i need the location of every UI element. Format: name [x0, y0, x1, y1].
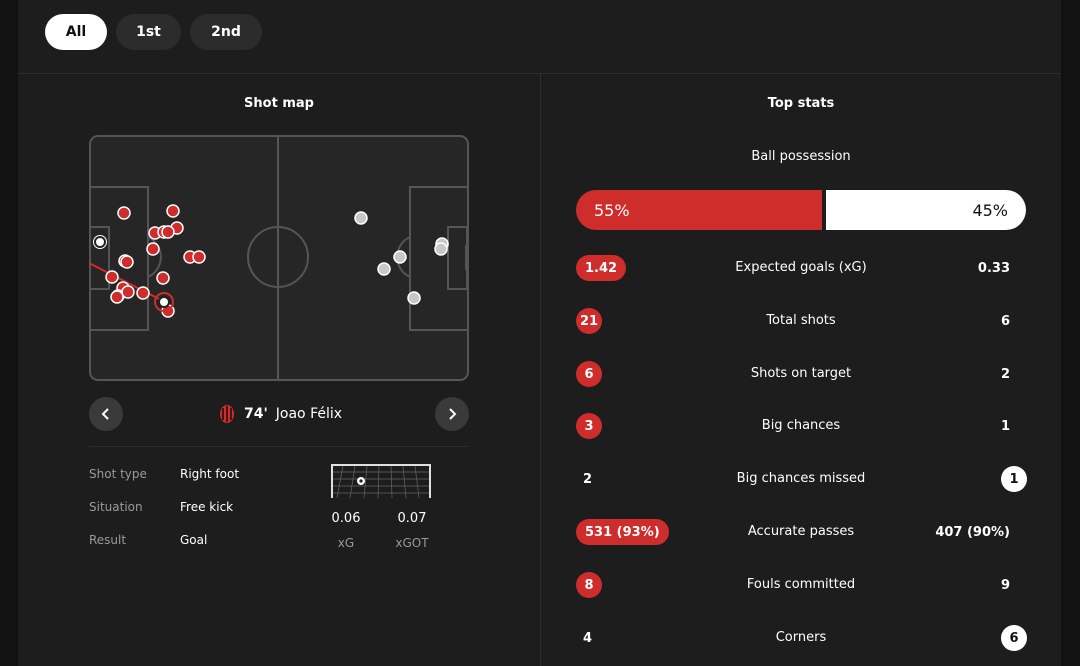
stat-row: Big chances 3 1	[541, 411, 1061, 441]
home-shot-marker[interactable]	[146, 242, 160, 256]
team-crest-icon	[220, 405, 234, 423]
possession-bar: 55% 45%	[576, 190, 1026, 230]
away-shot-marker[interactable]	[434, 242, 448, 256]
stat-home-value: 4	[583, 630, 593, 646]
stat-home-value: 3	[576, 413, 602, 439]
stat-row: Shots on target 6 2	[541, 359, 1061, 389]
selected-shot-info: 74' Joao Félix	[218, 402, 342, 426]
ball-possession-label: Ball possession	[751, 149, 851, 164]
away-shot-marker[interactable]	[393, 250, 407, 264]
situation-label: Situation	[89, 500, 143, 514]
shot-type-label: Shot type	[89, 467, 147, 481]
home-shot-marker[interactable]	[192, 250, 206, 264]
stat-label: Fouls committed	[746, 577, 856, 592]
situation-value: Free kick	[180, 500, 234, 514]
stat-home-value: 8	[576, 572, 602, 598]
stat-away-value: 1	[1000, 418, 1010, 434]
xg-value: 0.06	[331, 511, 361, 526]
stat-home-value: 2	[583, 471, 593, 487]
shot-map-title: Shot map	[244, 96, 314, 111]
xg-label: xG	[337, 536, 355, 550]
stat-away-value: 0.33	[977, 260, 1010, 276]
home-shot-marker[interactable]	[120, 255, 134, 269]
stat-label: Big chances missed	[736, 471, 866, 486]
stat-away-value: 2	[1000, 366, 1010, 382]
stat-label: Big chances	[761, 418, 841, 433]
football-icon	[94, 236, 106, 248]
tab-all[interactable]: All	[45, 14, 107, 50]
stat-home-value: 1.42	[576, 255, 627, 281]
next-shot-button[interactable]	[435, 397, 469, 431]
home-shot-marker[interactable]	[156, 271, 170, 285]
away-shot-marker[interactable]	[377, 262, 391, 276]
result-value: Goal	[180, 533, 208, 547]
shot-type-value: Right foot	[180, 467, 240, 481]
home-shot-marker[interactable]	[105, 270, 119, 284]
stat-label: Shots on target	[750, 366, 852, 381]
stat-home-value: 6	[576, 361, 602, 387]
football-icon	[158, 296, 170, 308]
stat-row: Corners 4 6	[541, 623, 1061, 653]
result-label: Result	[89, 533, 127, 547]
stat-away-value: 407 (90%)	[935, 524, 1010, 540]
shot-map-pitch[interactable]	[89, 135, 469, 381]
shot-minute: 74'	[244, 406, 268, 422]
stat-row: Total shots 21 6	[541, 306, 1061, 336]
top-stats-title: Top stats	[767, 96, 835, 111]
goal-frame-icon	[331, 464, 431, 498]
possession-away: 45%	[826, 190, 1026, 230]
stat-home-value: 21	[576, 308, 602, 334]
away-shot-marker[interactable]	[354, 211, 368, 225]
stat-row: Big chances missed 2 1	[541, 464, 1061, 494]
previous-shot-button[interactable]	[89, 397, 123, 431]
home-shot-marker[interactable]	[136, 286, 150, 300]
shot-player-name: Joao Félix	[275, 406, 343, 422]
stat-label: Total shots	[766, 313, 836, 328]
stat-row: Expected goals (xG) 1.42 0.33	[541, 253, 1061, 283]
home-shot-marker[interactable]	[117, 206, 131, 220]
stat-away-value: 9	[1000, 577, 1010, 593]
stat-away-value: 6	[1000, 313, 1010, 329]
home-shot-marker[interactable]	[166, 204, 180, 218]
stat-row: Accurate passes 531 (93%) 407 (90%)	[541, 517, 1061, 547]
possession-home: 55%	[576, 190, 822, 230]
away-shot-marker[interactable]	[407, 291, 421, 305]
stat-away-value: 6	[1001, 625, 1027, 651]
xgot-label: xGOT	[395, 536, 429, 550]
chevron-left-icon	[101, 408, 109, 420]
shot-details-divider	[89, 446, 469, 447]
home-shot-marker[interactable]	[161, 225, 175, 239]
chevron-right-icon	[449, 408, 457, 420]
home-shot-marker[interactable]	[121, 285, 135, 299]
home-shot-marker[interactable]	[110, 290, 124, 304]
stat-row: Fouls committed 8 9	[541, 570, 1061, 600]
tab-first-half[interactable]: 1st	[116, 14, 181, 50]
stat-label: Corners	[775, 630, 827, 645]
stat-away-value: 1	[1001, 466, 1027, 492]
xgot-value: 0.07	[397, 511, 427, 526]
stat-home-value: 531 (93%)	[576, 519, 669, 545]
tab-second-half[interactable]: 2nd	[190, 14, 262, 50]
